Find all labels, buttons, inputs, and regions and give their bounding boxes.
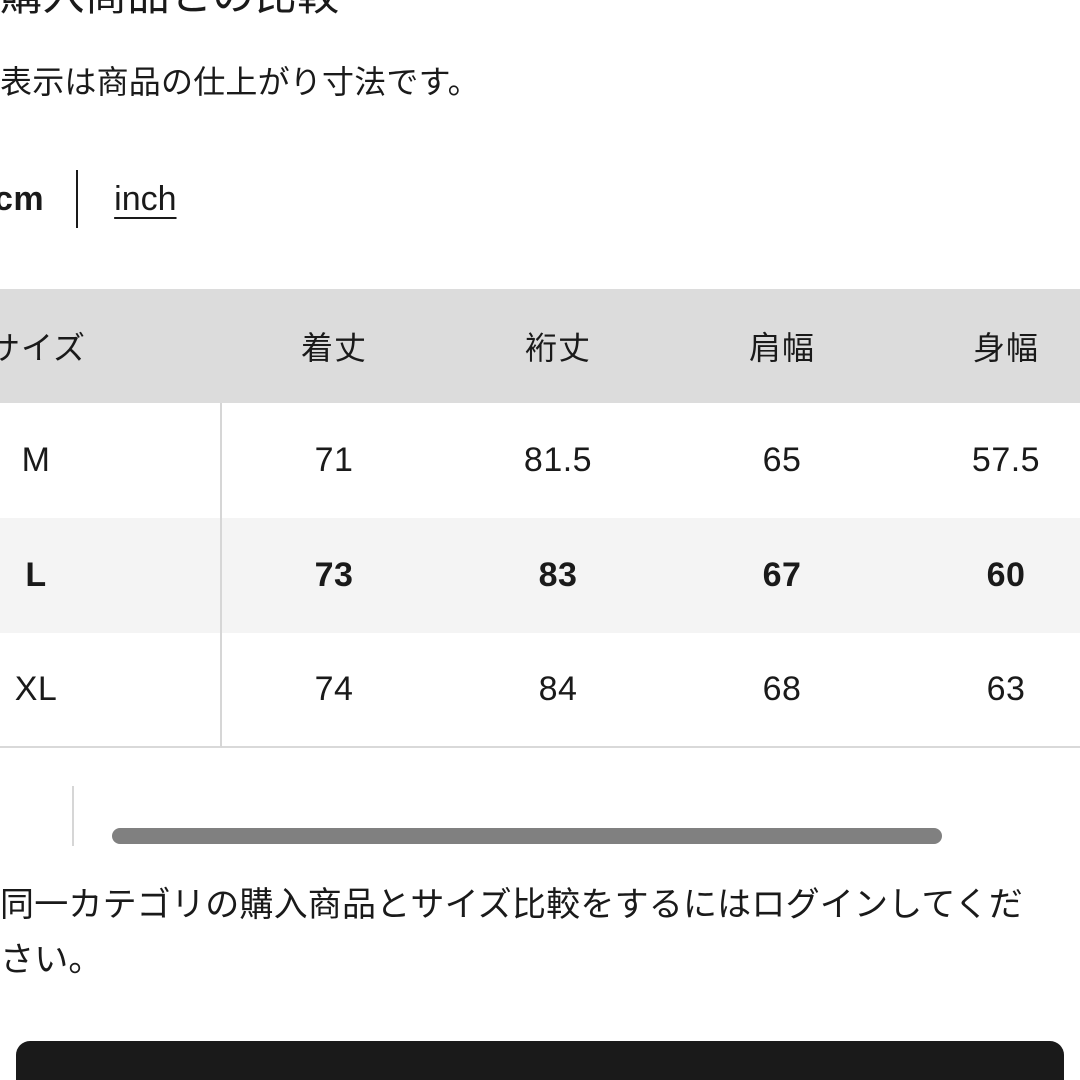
cell-shoulder: 68 (670, 633, 894, 748)
table-row: L 73 83 67 60 (0, 518, 1080, 633)
cell-size: XL (0, 633, 222, 748)
cell-chest: 63 (894, 633, 1080, 748)
cell-length: 74 (222, 633, 446, 748)
table-row: XL 74 84 68 63 (0, 633, 1080, 748)
size-table-viewport: サイズ 着丈 裄丈 肩幅 身幅 M 71 81.5 65 57.5 L 73 8… (0, 289, 1080, 846)
unit-toggle: cm inch (0, 168, 179, 230)
page-title: 購入商品との比較 (0, 0, 340, 23)
table-row: M 71 81.5 65 57.5 (0, 403, 1080, 518)
unit-option-cm[interactable]: cm (0, 182, 46, 216)
column-header-sleeve: 裄丈 (446, 289, 670, 403)
cell-chest: 60 (894, 518, 1080, 633)
size-table-scroller[interactable]: サイズ 着丈 裄丈 肩幅 身幅 M 71 81.5 65 57.5 L 73 8… (0, 289, 1080, 846)
size-table: サイズ 着丈 裄丈 肩幅 身幅 M 71 81.5 65 57.5 L 73 8… (0, 289, 1080, 748)
cell-chest: 57.5 (894, 403, 1080, 518)
cell-shoulder: 67 (670, 518, 894, 633)
size-table-head: サイズ 着丈 裄丈 肩幅 身幅 (0, 289, 1080, 403)
size-table-body: M 71 81.5 65 57.5 L 73 83 67 60 XL 74 84 (0, 403, 1080, 748)
column-header-size: サイズ (0, 289, 222, 403)
cell-length: 73 (222, 518, 446, 633)
cell-sleeve: 84 (446, 633, 670, 748)
cell-size: M (0, 403, 222, 518)
horizontal-scrollbar-thumb[interactable] (112, 828, 942, 844)
column-header-shoulder: 肩幅 (670, 289, 894, 403)
unit-divider (76, 170, 79, 228)
cell-sleeve: 83 (446, 518, 670, 633)
column-header-chest: 身幅 (894, 289, 1080, 403)
cell-size: L (0, 518, 222, 633)
table-scroll-strip (0, 786, 942, 846)
cell-shoulder: 65 (670, 403, 894, 518)
login-prompt-text: 同一カテゴリの購入商品とサイズ比較をするにはログインしてください。 (0, 886, 1023, 980)
column-header-length: 着丈 (222, 289, 446, 403)
measurement-note: 表示は商品の仕上がり寸法です。 (0, 64, 480, 100)
login-button[interactable] (16, 1041, 1064, 1080)
horizontal-scrollbar-track[interactable] (112, 828, 942, 844)
unit-option-inch[interactable]: inch (112, 182, 178, 216)
cell-length: 71 (222, 403, 446, 518)
scroll-strip-size-column (0, 786, 74, 846)
table-header-row: サイズ 着丈 裄丈 肩幅 身幅 (0, 289, 1080, 403)
cell-sleeve: 81.5 (446, 403, 670, 518)
